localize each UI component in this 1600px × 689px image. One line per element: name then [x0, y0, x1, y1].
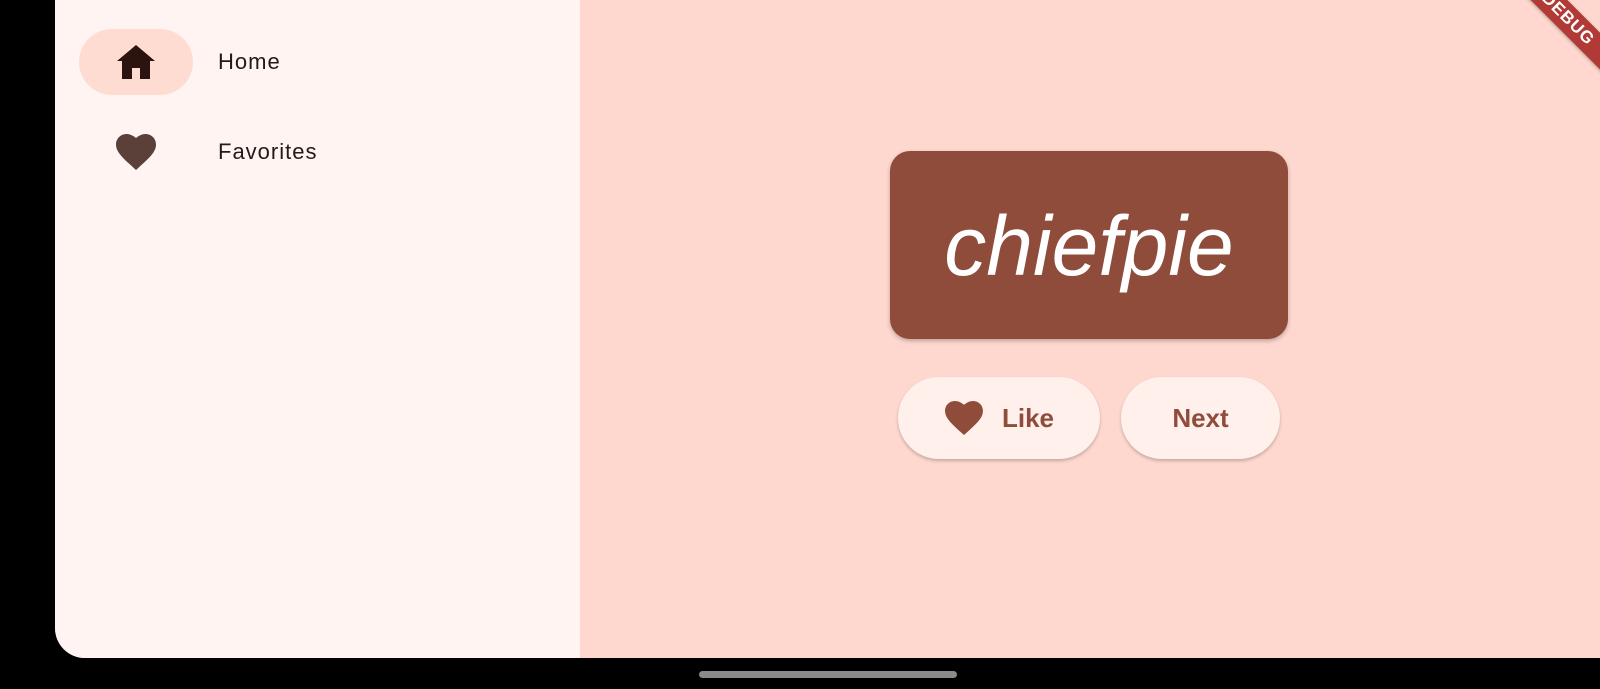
like-button[interactable]: Like [898, 377, 1100, 459]
like-button-label: Like [1001, 402, 1055, 433]
nav-item-favorites[interactable]: Favorites [79, 119, 559, 185]
nav-item-home[interactable]: Home [79, 29, 559, 95]
device-frame: Home Favorites chiefpie Like Next DEBUG [0, 0, 1600, 689]
debug-banner-label: DEBUG [1538, 0, 1599, 49]
nav-indicator [79, 29, 193, 95]
home-icon [115, 43, 157, 81]
nav-item-label: Home [218, 49, 281, 74]
generated-word: chiefpie [944, 198, 1234, 293]
gesture-navigation-bar[interactable] [699, 671, 957, 678]
main-content: chiefpie Like Next DEBUG [580, 0, 1600, 658]
heart-icon [115, 133, 157, 171]
debug-banner: DEBUG [1502, 0, 1600, 85]
next-button[interactable]: Next [1121, 377, 1280, 459]
navigation-rail: Home Favorites [55, 0, 580, 658]
nav-indicator [79, 119, 193, 185]
heart-icon [944, 400, 984, 436]
nav-item-label: Favorites [218, 139, 318, 164]
word-card: chiefpie [890, 151, 1288, 339]
app-screen: Home Favorites chiefpie Like Next DEBUG [55, 0, 1600, 658]
next-button-label: Next [1172, 402, 1229, 433]
